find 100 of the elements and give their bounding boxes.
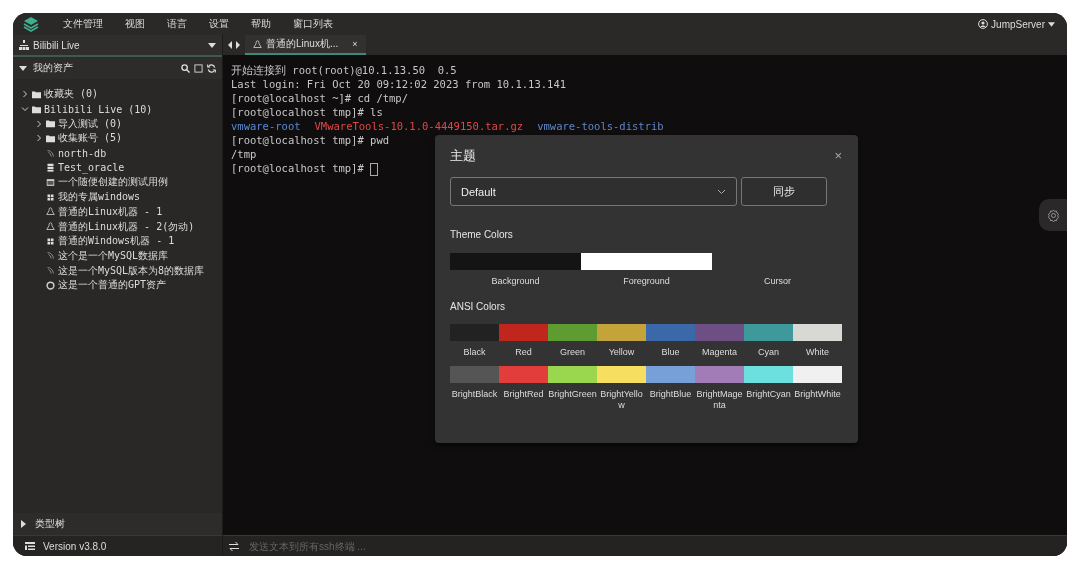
tree-item[interactable]: 我的专属windows [58, 190, 141, 205]
swap-icon [229, 541, 239, 551]
color-label: Yellow [607, 347, 636, 358]
sync-button[interactable]: 同步 [741, 177, 827, 206]
dialog-title: 主题 [450, 149, 476, 163]
tree-item[interactable]: 这个是一个MySQL数据库 [58, 248, 169, 263]
color-label: Cyan [757, 347, 780, 358]
logo-icon [23, 16, 39, 32]
tree-item[interactable]: north-db [58, 147, 107, 159]
section-heading: Theme Colors [450, 228, 514, 242]
color-label: BrightRed [502, 389, 545, 401]
version-text: Version v3.8.0 [43, 540, 107, 552]
tree-item[interactable]: 普通的Windows机器 - 1 [58, 234, 175, 249]
windows-icon [46, 192, 55, 202]
terminal-line: vmware-tools-distrib [537, 119, 664, 133]
triangle-down-icon[interactable] [19, 64, 27, 72]
menu-item[interactable]: 视图 [125, 17, 145, 31]
tree-item[interactable]: 收藏夹 (0) [44, 87, 99, 102]
database-icon [46, 163, 55, 173]
color-label: Foreground [622, 276, 671, 287]
refresh-icon[interactable] [207, 63, 216, 73]
close-icon[interactable]: × [352, 39, 358, 49]
tree-item[interactable]: 这是一个普通的GPT资产 [58, 278, 167, 293]
settings-icon [1046, 208, 1060, 222]
theme-select[interactable]: Default [450, 177, 737, 206]
color-swatch[interactable] [597, 366, 646, 383]
settings-button[interactable] [1039, 199, 1067, 231]
color-label: BrightBlue [648, 389, 693, 401]
menu-item[interactable]: 窗口列表 [293, 17, 333, 31]
color-swatch[interactable] [646, 324, 695, 341]
tree-item[interactable]: 普通的Linux机器 - 2(勿动) [58, 219, 195, 234]
square-icon[interactable] [194, 63, 203, 73]
terminal-line: [root@localhost ~]# cd /tmp/ [231, 91, 408, 105]
caret-icon[interactable] [1048, 21, 1055, 27]
color-label: Red [514, 347, 533, 358]
color-swatch[interactable] [597, 324, 646, 341]
chevron-right-icon[interactable] [21, 90, 29, 99]
color-swatch[interactable] [450, 253, 581, 270]
tree-item[interactable]: 导入测试 (0) [58, 116, 123, 131]
triangle-right-icon[interactable] [19, 520, 27, 528]
tree-item[interactable]: 收集账号 (5) [58, 131, 123, 146]
color-label: Cursor [763, 276, 792, 287]
color-swatch[interactable] [499, 324, 548, 341]
color-swatch[interactable] [793, 324, 842, 341]
color-swatch[interactable] [646, 366, 695, 383]
chevron-right-icon[interactable] [35, 134, 43, 143]
tree-item[interactable]: Test_oracle [58, 162, 125, 174]
penguin-icon [253, 39, 262, 49]
color-swatch[interactable] [695, 366, 744, 383]
terminal-line: [root@localhost tmp]# pwd [231, 133, 390, 147]
color-label: Green [559, 347, 586, 358]
color-label: BrightGreen [548, 389, 597, 401]
chevron-right-icon[interactable] [35, 119, 43, 128]
color-label: Background [490, 276, 541, 287]
color-label: BrightCyan [745, 389, 792, 401]
search-icon[interactable] [181, 63, 190, 73]
color-label: BrightBlack [450, 389, 499, 401]
terminal-line: /tmp [231, 147, 257, 161]
terminal-line: [root@localhost tmp]# [231, 161, 379, 176]
user-icon [978, 19, 989, 29]
tree-item[interactable]: 一个随便创建的测试用例 [58, 175, 168, 190]
org-selector[interactable]: Bilibili Live [33, 39, 80, 51]
color-swatch[interactable] [695, 324, 744, 341]
color-swatch[interactable] [548, 366, 597, 383]
window-icon [46, 177, 55, 187]
chevron-down-icon [717, 188, 726, 195]
menu-item[interactable]: 设置 [209, 17, 229, 31]
terminal-line: VMwareTools-10.1.0-4449150.tar.gz [314, 119, 524, 133]
gpt-icon [46, 280, 55, 290]
version-icon [25, 541, 35, 551]
color-label: White [805, 347, 830, 358]
caret-icon[interactable] [208, 42, 216, 48]
tree-item[interactable]: 普通的Linux机器 - 1 [58, 204, 163, 219]
menu-item[interactable]: 语言 [167, 17, 187, 31]
section-title[interactable]: 我的资产 [33, 61, 73, 75]
section-heading: ANSI Colors [450, 300, 506, 314]
user-menu[interactable]: JumpServer [991, 18, 1045, 30]
color-swatch[interactable] [581, 253, 712, 270]
color-swatch[interactable] [793, 366, 842, 383]
color-swatch[interactable] [744, 366, 793, 383]
color-swatch[interactable] [450, 366, 499, 383]
color-label: BrightMagenta [695, 389, 744, 411]
color-swatch[interactable] [499, 366, 548, 383]
color-label: Magenta [701, 347, 738, 358]
close-icon[interactable]: × [834, 149, 842, 163]
section-title[interactable]: 类型树 [35, 517, 65, 531]
color-label: Black [462, 347, 487, 358]
tree-item[interactable]: 这是一个MySQL版本为8的数据库 [58, 263, 205, 278]
color-swatch[interactable] [450, 324, 499, 341]
tree-item[interactable]: Bilibili Live (10) [44, 103, 153, 115]
color-label: Blue [660, 347, 681, 358]
terminal-tab[interactable]: 普通的Linux机... × [245, 35, 366, 55]
menu-item[interactable]: 帮助 [251, 17, 271, 31]
color-label: BrightYellow [599, 389, 644, 411]
menu-item[interactable]: 文件管理 [63, 17, 103, 31]
color-swatch[interactable] [548, 324, 597, 341]
terminal-line: vmware-root [231, 119, 301, 133]
terminal-line: 开始连接到 root(root)@10.1.13.50 0.5 [231, 63, 457, 77]
chevron-down-icon[interactable] [21, 105, 29, 114]
color-swatch[interactable] [744, 324, 793, 341]
